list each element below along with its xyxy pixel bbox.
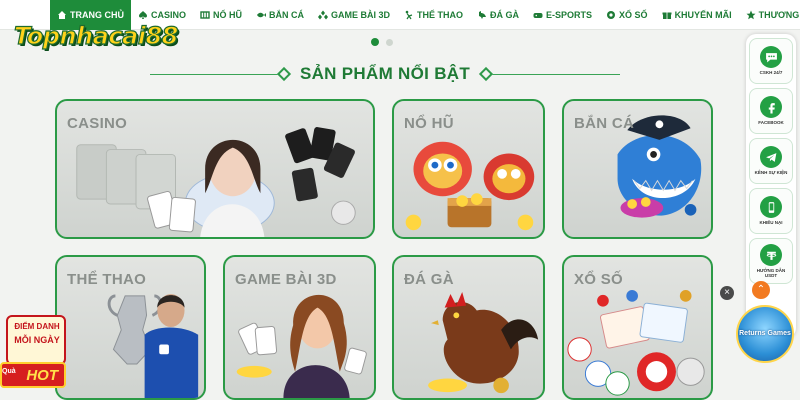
daily-checkin-promo[interactable]: ĐIỂM DANH MỖI NGÀY HOT Quà: [0, 305, 70, 400]
phone-icon: [760, 196, 782, 219]
fish-icon: [257, 12, 267, 17]
nav-label: KHUYẾN MÃI: [674, 9, 732, 20]
product-card-ban-ca[interactable]: BẮN CÁ: [562, 99, 713, 239]
promo-title-line2: MỖI NGÀY: [14, 335, 60, 345]
product-card-label: BẮN CÁ: [574, 115, 635, 132]
sidebar-item-label: KÊNH SỰ KIỆN: [754, 170, 788, 176]
carousel-dot-1[interactable]: [371, 38, 379, 46]
brand-icon: [746, 10, 756, 19]
nav-item-e-sports[interactable]: E-SPORTS: [526, 0, 599, 30]
nav-label: BẮN CÁ: [269, 9, 305, 20]
gamepad-icon: [533, 12, 543, 18]
sidebar-item-huong-dan-usdt[interactable]: HƯỚNG DẪN USDT: [749, 238, 793, 284]
nav-label: XỔ SỐ: [619, 9, 648, 20]
casino-icon: [139, 10, 147, 19]
scroll-up-button[interactable]: ⌃: [752, 281, 770, 299]
nav-item-xo-so[interactable]: XỔ SỐ: [599, 0, 655, 30]
product-card-label: THỂ THAO: [67, 271, 147, 288]
carousel-pagination: [371, 38, 393, 46]
nav-label: TRANG CHỦ: [70, 9, 124, 20]
sidebar-item-label: CSKH 24/7: [759, 70, 783, 76]
nav-item-the-thao[interactable]: THỂ THAO: [397, 0, 470, 30]
title-divider-right: [478, 66, 621, 81]
close-floating-banner-button[interactable]: ×: [720, 286, 734, 300]
sidebar-item-label: HƯỚNG DẪN USDT: [756, 268, 786, 278]
product-card-label: CASINO: [67, 115, 128, 132]
cards-icon: [318, 10, 329, 19]
product-card-label: XỔ SỐ: [574, 271, 624, 288]
sidebar-item-label: KHIẾU NẠI: [759, 220, 783, 226]
floating-banner-text: Returns Games: [739, 330, 791, 338]
nav-label: GAME BÀI 3D: [331, 9, 391, 20]
nav-item-no-hu[interactable]: NỔ HŨ: [193, 0, 249, 30]
section-title: SẢN PHẨM NỔI BẬT: [299, 64, 471, 83]
carousel-dot-2[interactable]: [386, 38, 393, 46]
floating-promo-banner[interactable]: Returns Games: [736, 305, 794, 363]
nav-label: THỂ THAO: [417, 9, 464, 20]
sidebar-item-khieu-nai[interactable]: KHIẾU NẠI: [749, 188, 793, 234]
product-card-label: NỔ HŨ: [404, 115, 454, 132]
home-icon: [58, 10, 66, 19]
nav-item-game-bai-3d[interactable]: GAME BÀI 3D: [311, 0, 397, 30]
promo-title-line1: ĐIỂM DANH: [14, 322, 60, 331]
product-card-the-thao[interactable]: THỂ THAO: [55, 255, 206, 400]
product-card-label: GAME BÀI 3D: [235, 271, 337, 288]
facebook-icon: [760, 96, 782, 119]
section-header: SẢN PHẨM NỔI BẬT: [150, 60, 621, 88]
promo-hot-text: HOT: [26, 366, 58, 384]
sport-icon: [405, 10, 413, 19]
nav-label: E-SPORTS: [546, 9, 593, 20]
nav-label: ĐÁ GÀ: [490, 9, 520, 20]
product-card-xo-so[interactable]: XỔ SỐ: [562, 255, 713, 400]
gift-icon: [662, 12, 672, 19]
title-divider-left: [150, 66, 292, 81]
nav-item-thuong-hieu[interactable]: THƯƠNG HIỆU: [739, 0, 800, 30]
sidebar-item-kenh-su-kien[interactable]: KÊNH SỰ KIỆN: [749, 138, 793, 184]
chat-support-icon: [760, 46, 782, 69]
product-card-game-bai-3d[interactable]: GAME BÀI 3D: [223, 255, 376, 400]
sidebar-item-facebook[interactable]: FACEBOOK: [749, 88, 793, 134]
sidebar-item-label: FACEBOOK: [758, 120, 784, 126]
nav-label: CASINO: [151, 9, 187, 20]
product-card-da-ga[interactable]: ĐÁ GÀ: [392, 255, 545, 400]
product-card-label: ĐÁ GÀ: [404, 271, 454, 288]
rooster-icon: [479, 10, 487, 19]
lottery-icon: [607, 10, 616, 19]
slot-icon: [200, 10, 210, 19]
usdt-icon: [760, 244, 782, 266]
product-card-casino[interactable]: CASINO: [55, 99, 375, 239]
product-card-no-hu[interactable]: NỔ HŨ: [392, 99, 545, 239]
nav-label: THƯƠNG HIỆU: [758, 9, 800, 20]
telegram-icon: [760, 146, 782, 169]
nav-item-khuyen-mai[interactable]: KHUYẾN MÃI: [655, 0, 739, 30]
brand-logo[interactable]: Topnhacai88: [13, 21, 179, 50]
nav-item-ban-ca[interactable]: BẮN CÁ: [249, 0, 311, 30]
nav-label: NỔ HŨ: [213, 9, 243, 20]
sidebar-item-cskh[interactable]: CSKH 24/7: [749, 38, 793, 84]
nav-item-da-ga[interactable]: ĐÁ GÀ: [470, 0, 526, 30]
promo-prefix-text: Quà: [2, 368, 16, 375]
promo-hot-badge: HOT: [0, 362, 66, 388]
